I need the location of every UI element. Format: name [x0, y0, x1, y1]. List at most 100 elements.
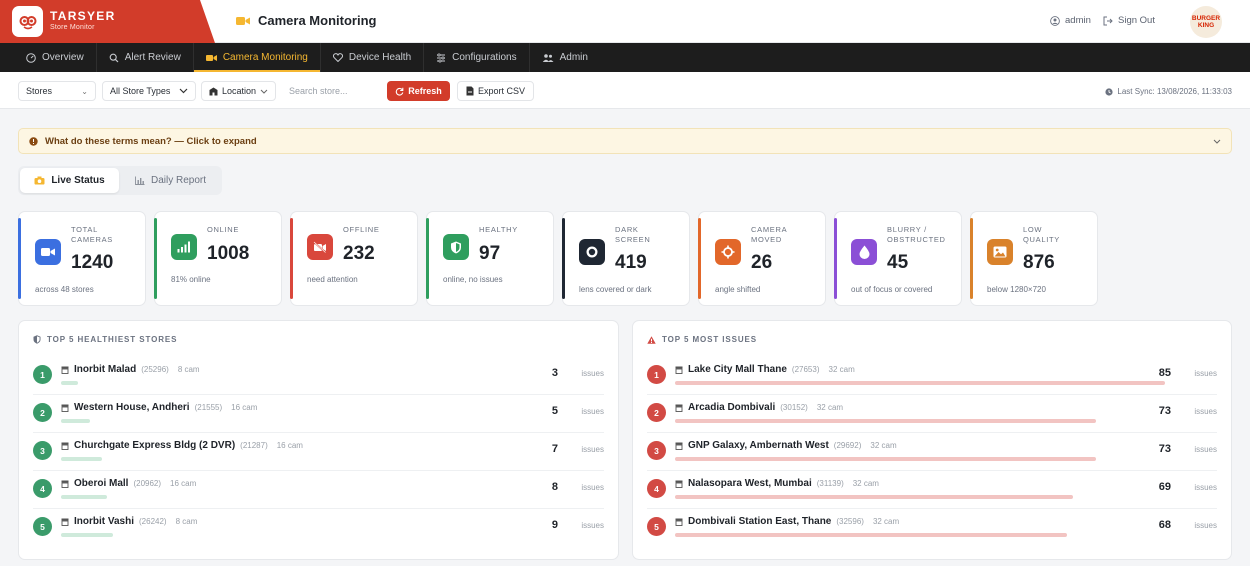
rank-badge: 4 — [33, 479, 52, 498]
store-search-input[interactable] — [289, 86, 374, 96]
nav-item-label: Device Health — [348, 52, 412, 63]
signout-button[interactable]: Sign Out — [1103, 15, 1155, 26]
issue-count: 73 — [1158, 405, 1171, 417]
camera-count: 32 cam — [852, 479, 879, 488]
users-icon — [542, 53, 554, 62]
nav-item-device-health[interactable]: Device Health — [321, 43, 425, 72]
stat-value: 419 — [615, 252, 647, 273]
stat-label-line2: CAMERAS — [71, 235, 113, 244]
brand-logo-icon[interactable] — [12, 6, 43, 37]
stat-card-total-cameras[interactable]: TOTAL CAMERAS 1240 across 48 stores — [18, 211, 146, 306]
nav-item-label: Configurations — [452, 52, 517, 63]
store-icon — [61, 366, 69, 374]
refresh-button[interactable]: Refresh — [387, 81, 450, 101]
stat-card-healthy[interactable]: HEALTHY 97 online, no issues — [426, 211, 554, 306]
stat-card-offline[interactable]: OFFLINE 232 need attention — [290, 211, 418, 306]
store-info: Lake City Mall Thane (27653) 32 cam — [675, 364, 855, 375]
store-icon — [675, 480, 683, 488]
stat-card-dark-screen[interactable]: DARK SCREEN 419 lens covered or dark — [562, 211, 690, 306]
store-name: Nalasopara West, Mumbai — [688, 478, 812, 489]
nav-item-overview[interactable]: Overview — [14, 43, 97, 72]
stat-label-line2: OBSTRUCTED — [887, 235, 946, 244]
store-name: Arcadia Dombivali — [688, 402, 776, 413]
issue-bar — [61, 419, 90, 423]
stat-label: DARK SCREEN — [615, 225, 685, 245]
store-row[interactable]: 1 Inorbit Malad (25296) 8 cam 3 issues — [33, 357, 604, 395]
nav-item-camera-monitoring[interactable]: Camera Monitoring — [193, 43, 321, 72]
store-id: (31139) — [816, 479, 844, 488]
issue-label: issues — [581, 369, 604, 378]
nav-item-label: Overview — [42, 52, 84, 63]
store-icon — [675, 366, 683, 374]
stat-label: TOTAL CAMERAS — [71, 225, 141, 245]
store-row[interactable]: 2 Western House, Andheri (21555) 16 cam 5 iss… — [33, 395, 604, 433]
issue-count: 3 — [551, 367, 558, 379]
most-issues-panel: TOP 5 MOST ISSUES 1 Lake City Mall Thane (… — [632, 320, 1232, 560]
card-accent — [290, 218, 293, 299]
issue-bar — [675, 495, 1073, 499]
stat-label-line1: CAMERA — [751, 225, 788, 234]
store-search-field[interactable] — [281, 81, 382, 101]
stat-label-line1: BLURRY / — [887, 225, 927, 234]
store-info: Oberoi Mall (20962) 16 cam — [61, 478, 196, 489]
store-icon — [61, 404, 69, 412]
issue-label: issues — [581, 407, 604, 416]
nav-item-alert-review[interactable]: Alert Review — [97, 43, 194, 72]
nav-item-configurations[interactable]: Configurations — [424, 43, 530, 72]
issue-label: issues — [1194, 483, 1217, 492]
issue-label: issues — [581, 521, 604, 530]
stat-card-low-quality[interactable]: LOW QUALITY 876 below 1280×720 — [970, 211, 1098, 306]
droplet-icon — [851, 239, 877, 265]
panel-title-text: TOP 5 HEALTHIEST STORES — [47, 335, 178, 344]
camera-count: 32 cam — [870, 441, 897, 450]
store-info: Dombivali Station East, Thane (32596) 32 c… — [675, 516, 899, 527]
issue-count: 7 — [551, 443, 558, 455]
stat-value: 232 — [343, 243, 375, 264]
view-tabs: Live Status Daily Report — [18, 166, 222, 195]
camera-count: 32 cam — [872, 517, 900, 526]
store-name: GNP Galaxy, Ambernath West — [688, 440, 829, 451]
store-row[interactable]: 4 Nalasopara West, Mumbai (31139) 32 cam 69 i… — [647, 471, 1217, 509]
store-row[interactable]: 3 Churchgate Express Bldg (2 DVR) (21287) 1… — [33, 433, 604, 471]
store-row[interactable]: 4 Oberoi Mall (20962) 16 cam 8 issues — [33, 471, 604, 509]
store-type-select-value: All Store Types — [110, 86, 171, 96]
video-camera-icon — [205, 54, 217, 61]
store-row[interactable]: 3 GNP Galaxy, Ambernath West (29692) 32 cam… — [647, 433, 1217, 471]
bar-chart-icon — [135, 176, 145, 185]
export-csv-button[interactable]: Export CSV — [457, 81, 534, 101]
chevron-down-icon: ⌄ — [81, 86, 88, 96]
stores-select-value: Stores — [26, 86, 53, 96]
stat-label-line2: QUALITY — [1023, 235, 1060, 244]
store-name: Inorbit Malad — [74, 364, 137, 375]
stat-subtitle: out of focus or covered — [851, 285, 933, 294]
store-row[interactable]: 5 Inorbit Vashi (26242) 8 cam 9 issues — [33, 509, 604, 547]
store-row[interactable]: 2 Arcadia Dombivali (30152) 32 cam 73 issues — [647, 395, 1217, 433]
store-icon — [675, 442, 683, 450]
store-row[interactable]: 1 Lake City Mall Thane (27653) 32 cam 85 issu… — [647, 357, 1217, 395]
stat-value: 26 — [751, 252, 773, 273]
stores-select[interactable]: Stores ⌄ — [18, 81, 96, 101]
stat-label-line1: HEALTHY — [479, 225, 518, 234]
store-id: (27653) — [791, 365, 820, 374]
sliders-icon — [437, 52, 446, 63]
rank-badge: 1 — [33, 365, 52, 384]
location-select[interactable]: Location — [201, 81, 276, 101]
chevron-down-icon — [1213, 139, 1221, 144]
nav-item-admin[interactable]: Admin — [530, 43, 600, 72]
clock-icon — [1105, 87, 1113, 96]
stat-card-camera-moved[interactable]: CAMERA MOVED 26 angle shifted — [698, 211, 826, 306]
store-type-select[interactable]: All Store Types — [102, 81, 196, 101]
store-info: Inorbit Vashi (26242) 8 cam — [61, 516, 197, 527]
image-icon — [987, 239, 1013, 265]
brand-name: TARSYER — [50, 9, 116, 23]
stat-card-blurry-obstructed[interactable]: BLURRY / OBSTRUCTED 45 out of focus or co… — [834, 211, 962, 306]
tab-daily-report[interactable]: Daily Report — [121, 168, 220, 193]
signal-bars-icon — [171, 234, 197, 260]
stat-label-line1: ONLINE — [207, 225, 240, 234]
glossary-expander[interactable]: What do these terms mean? — Click to exp… — [18, 128, 1232, 154]
tab-live-status[interactable]: Live Status — [20, 168, 119, 193]
store-row[interactable]: 5 Dombivali Station East, Thane (32596) 32 … — [647, 509, 1217, 547]
user-menu[interactable]: admin — [1050, 15, 1091, 26]
issue-label: issues — [1194, 445, 1217, 454]
stat-card-online[interactable]: ONLINE 1008 81% online — [154, 211, 282, 306]
